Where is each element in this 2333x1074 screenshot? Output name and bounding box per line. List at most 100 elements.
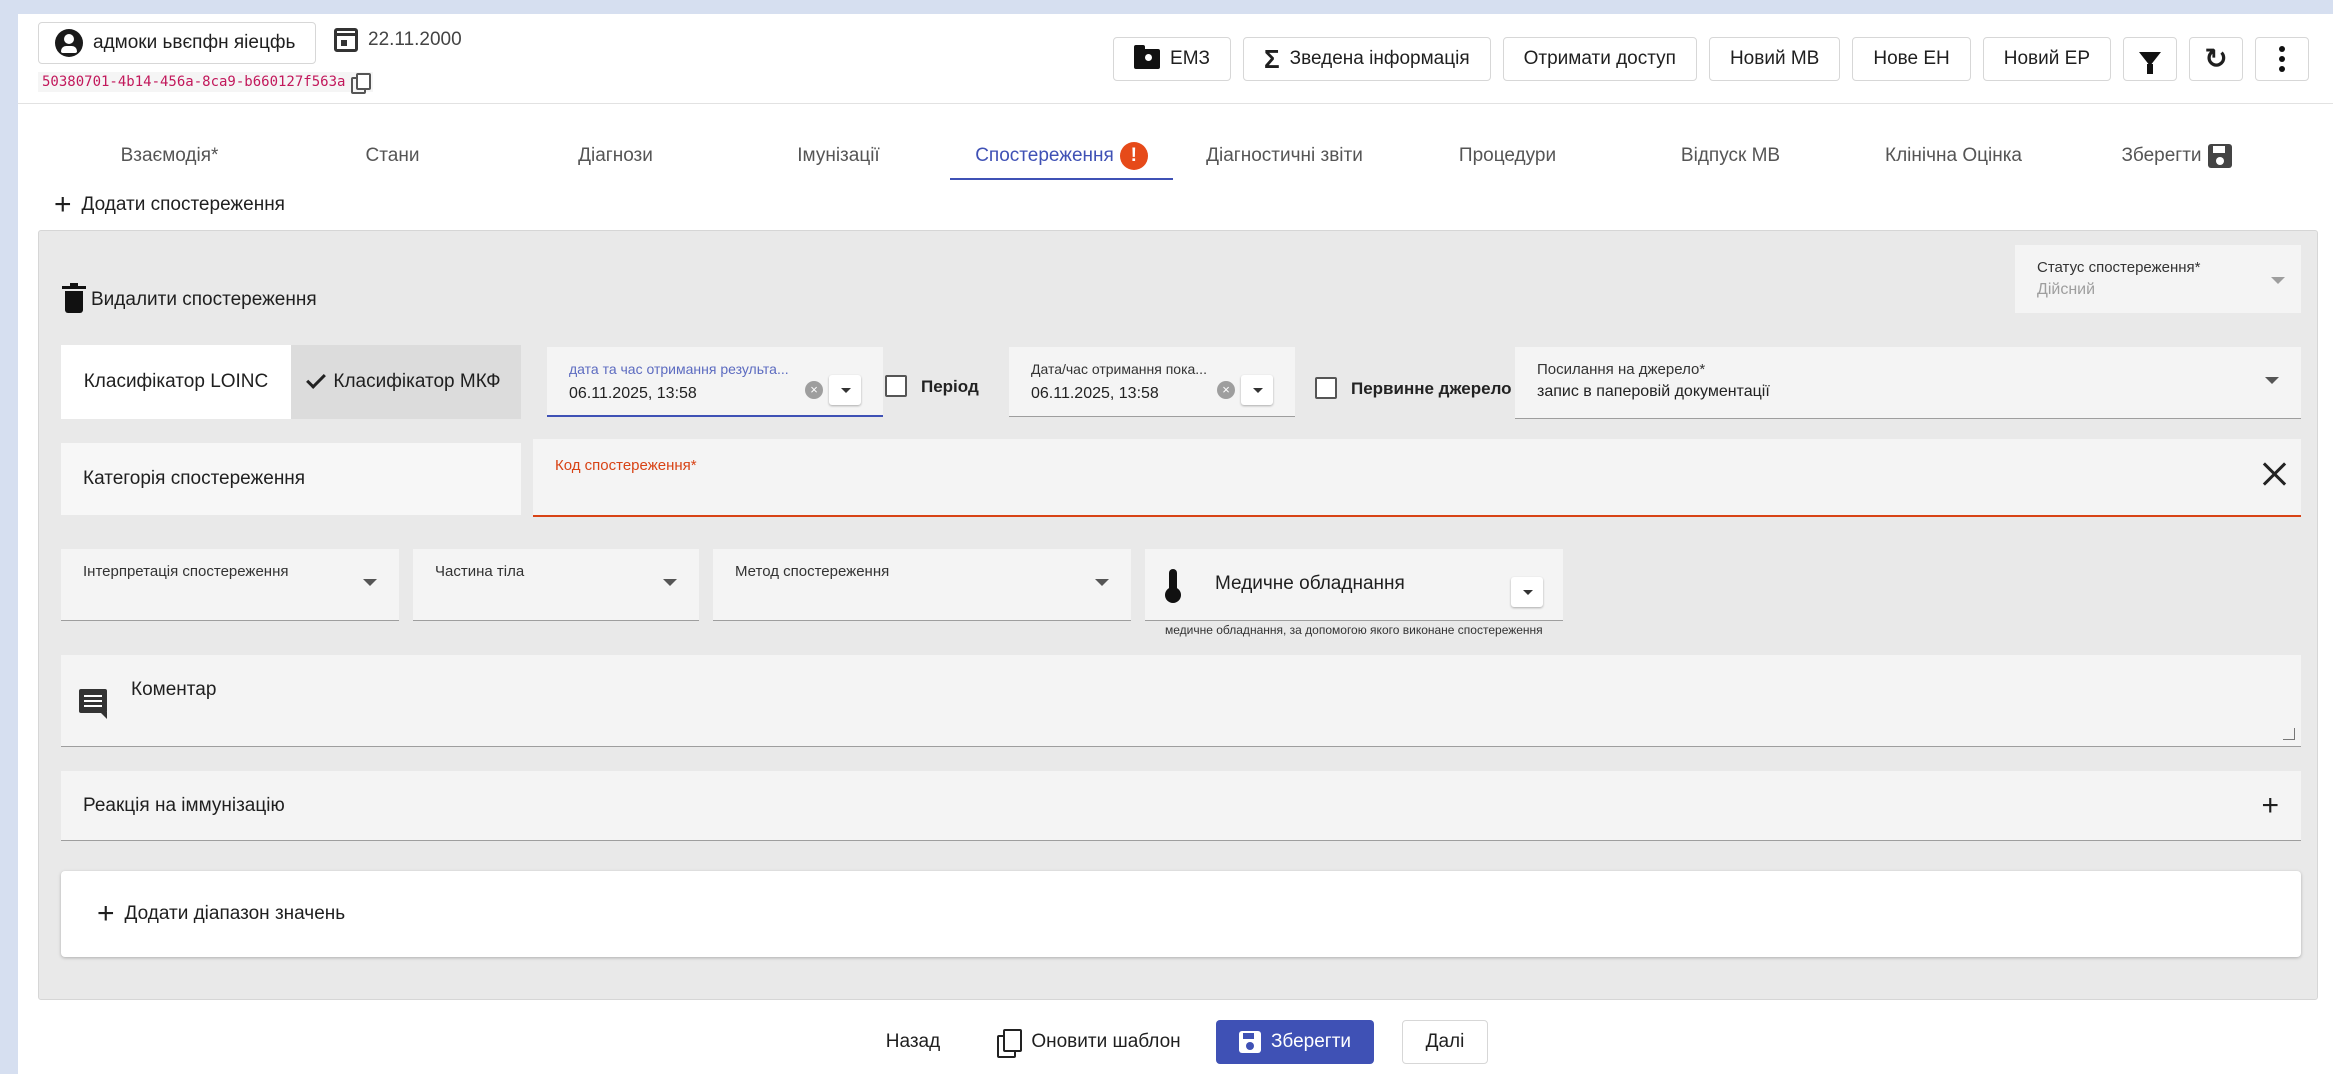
- summary-label: Зведена інформація: [1289, 48, 1470, 69]
- patient-button[interactable]: адмоки ьвєпфн яіецфь: [38, 22, 316, 64]
- update-template-button[interactable]: Оновити шаблон: [984, 1020, 1194, 1064]
- emz-label: ЕМЗ: [1170, 48, 1211, 69]
- plus-icon: +: [54, 188, 72, 221]
- reaction-label: Реакція на іммунізацію: [83, 794, 285, 816]
- add-range-button[interactable]: + Додати діапазон значень: [61, 871, 2301, 957]
- folder-account-icon: [1134, 45, 1161, 69]
- app-window: адмоки ьвєпфн яіецфь 22.11.2000 50380701…: [18, 14, 2333, 1074]
- code-label: Код спостереження*: [555, 457, 697, 474]
- account-icon: [55, 29, 83, 57]
- tab-interaction[interactable]: Взаємодія*: [58, 132, 281, 180]
- add-observation-button[interactable]: + Додати спостереження: [54, 190, 285, 220]
- method-select[interactable]: Метод спостереження: [713, 549, 1131, 621]
- classifier-loinc-option[interactable]: Класифікатор LOINC: [61, 345, 291, 419]
- new-mv-button[interactable]: Новий МВ: [1708, 37, 1841, 81]
- device-dropdown-button[interactable]: [1511, 577, 1543, 607]
- trash-icon: [62, 283, 86, 313]
- tab-conditions[interactable]: Стани: [281, 132, 504, 180]
- clear-icon[interactable]: ×: [1217, 381, 1235, 399]
- close-icon[interactable]: [2261, 461, 2287, 487]
- result-date-value: 06.11.2025, 13:58: [569, 385, 697, 402]
- birth-date-value: 22.11.2000: [368, 29, 462, 50]
- classifier-loinc-label: Класифікатор LOINC: [83, 371, 269, 392]
- indicator-date-field[interactable]: Дата/час отримання пока... 06.11.2025, 1…: [1009, 347, 1295, 417]
- new-mv-label: Новий МВ: [1729, 48, 1820, 69]
- category-label: Категорія спостереження: [83, 468, 306, 489]
- body-part-select[interactable]: Частина тіла: [413, 549, 699, 621]
- tab-observations[interactable]: Спостереження !: [950, 132, 1173, 180]
- filter-button[interactable]: [2123, 37, 2177, 81]
- check-icon: [306, 369, 327, 389]
- uuid-value: 50380701-4b14-456a-8ca9-b660127f563a: [42, 74, 346, 90]
- tab-save[interactable]: Зберегти: [2065, 132, 2288, 180]
- comment-label: Коментар: [131, 679, 217, 700]
- period-checkbox[interactable]: [885, 375, 907, 397]
- calendar-icon: [334, 28, 358, 52]
- result-date-label: дата та час отримання результа...: [569, 361, 789, 377]
- device-hint: медичне обладнання, за допомогою якого в…: [1165, 623, 1543, 637]
- tab-label: Зберегти: [2121, 145, 2202, 166]
- classifier-icf-option[interactable]: Класифікатор МКФ: [291, 345, 521, 419]
- tab-label: Відпуск МВ: [1680, 145, 1781, 166]
- get-access-button[interactable]: Отримати доступ: [1502, 37, 1697, 81]
- tab-label: Спостереження: [975, 145, 1114, 166]
- tab-procedures[interactable]: Процедури: [1396, 132, 1619, 180]
- sigma-icon: Σ: [1264, 44, 1280, 74]
- category-select[interactable]: Категорія спостереження: [61, 443, 521, 515]
- toolbar: ЕМЗ Σ Зведена інформація Отримати доступ…: [1113, 37, 2309, 81]
- date-dropdown-button[interactable]: [1241, 375, 1273, 405]
- chevron-down-icon: [663, 579, 677, 586]
- tab-immunizations[interactable]: Імунізації: [727, 132, 950, 180]
- header: адмоки ьвєпфн яіецфь 22.11.2000 50380701…: [18, 14, 2333, 104]
- add-observation-label: Додати спостереження: [81, 194, 285, 215]
- save-icon: [2207, 144, 2232, 168]
- tab-diagnoses[interactable]: Діагнози: [504, 132, 727, 180]
- next-button[interactable]: Далі: [1402, 1020, 1488, 1064]
- copy-icon[interactable]: [351, 73, 372, 94]
- observation-code-input[interactable]: Код спостереження*: [533, 439, 2301, 517]
- result-date-field[interactable]: дата та час отримання результа... 06.11.…: [547, 347, 883, 417]
- new-eh-button[interactable]: Нове ЕН: [1852, 37, 1971, 81]
- patient-uuid: 50380701-4b14-456a-8ca9-b660127f563a: [38, 72, 374, 94]
- body-part-label: Частина тіла: [435, 563, 525, 580]
- clear-icon[interactable]: ×: [805, 381, 823, 399]
- tab-bar: Взаємодія* Стани Діагнози Імунізації Спо…: [58, 132, 2288, 180]
- tab-diagnostic-reports[interactable]: Діагностичні звіти: [1173, 132, 1396, 180]
- status-label: Статус спостереження*: [2037, 259, 2201, 276]
- comment-icon: [79, 689, 107, 719]
- next-label: Далі: [1425, 1031, 1465, 1052]
- add-reaction-icon[interactable]: +: [2261, 790, 2279, 821]
- tab-label: Взаємодія*: [120, 145, 219, 166]
- indicator-date-label: Дата/час отримання пока...: [1031, 361, 1207, 377]
- chevron-down-icon: [363, 579, 377, 586]
- medical-device-select[interactable]: Медичне обладнання: [1145, 549, 1563, 621]
- warning-icon: !: [1119, 142, 1148, 170]
- status-select[interactable]: Статус спостереження* Дійсний: [2015, 245, 2301, 313]
- emz-button[interactable]: ЕМЗ: [1113, 37, 1232, 81]
- tab-label: Діагнози: [578, 145, 653, 166]
- footer-actions: Назад Оновити шаблон Зберегти Далі: [18, 1020, 2333, 1066]
- period-label: Період: [921, 377, 979, 396]
- plus-icon: +: [97, 897, 115, 930]
- comment-textarea[interactable]: Коментар: [61, 655, 2301, 747]
- summary-button[interactable]: Σ Зведена інформація: [1243, 37, 1491, 81]
- back-button[interactable]: Назад: [858, 1020, 968, 1064]
- chevron-down-icon: [2265, 377, 2279, 384]
- save-button[interactable]: Зберегти: [1216, 1020, 1374, 1064]
- tab-clinical-assessment[interactable]: Клінічна Оцінка: [1842, 132, 2065, 180]
- new-ep-button[interactable]: Новий ЕР: [1982, 37, 2111, 81]
- resize-handle[interactable]: [2283, 728, 2295, 740]
- source-reference-value: запис в паперовій документації: [1537, 383, 1770, 400]
- date-dropdown-button[interactable]: [829, 375, 861, 405]
- refresh-button[interactable]: ↻: [2189, 37, 2243, 81]
- delete-observation-button[interactable]: Видалити спостереження: [62, 283, 317, 313]
- birth-date: 22.11.2000: [334, 28, 462, 52]
- new-ep-label: Новий ЕР: [2003, 48, 2090, 69]
- more-button[interactable]: [2255, 37, 2309, 81]
- interpretation-select[interactable]: Інтерпретація спостереження: [61, 549, 399, 621]
- update-template-label: Оновити шаблон: [1031, 1031, 1181, 1052]
- device-title: Медичне обладнання: [1215, 573, 1405, 594]
- source-reference-select[interactable]: Посилання на джерело* запис в паперовій …: [1515, 347, 2301, 419]
- tab-dispense[interactable]: Відпуск МВ: [1619, 132, 1842, 180]
- primary-source-checkbox[interactable]: [1315, 377, 1337, 399]
